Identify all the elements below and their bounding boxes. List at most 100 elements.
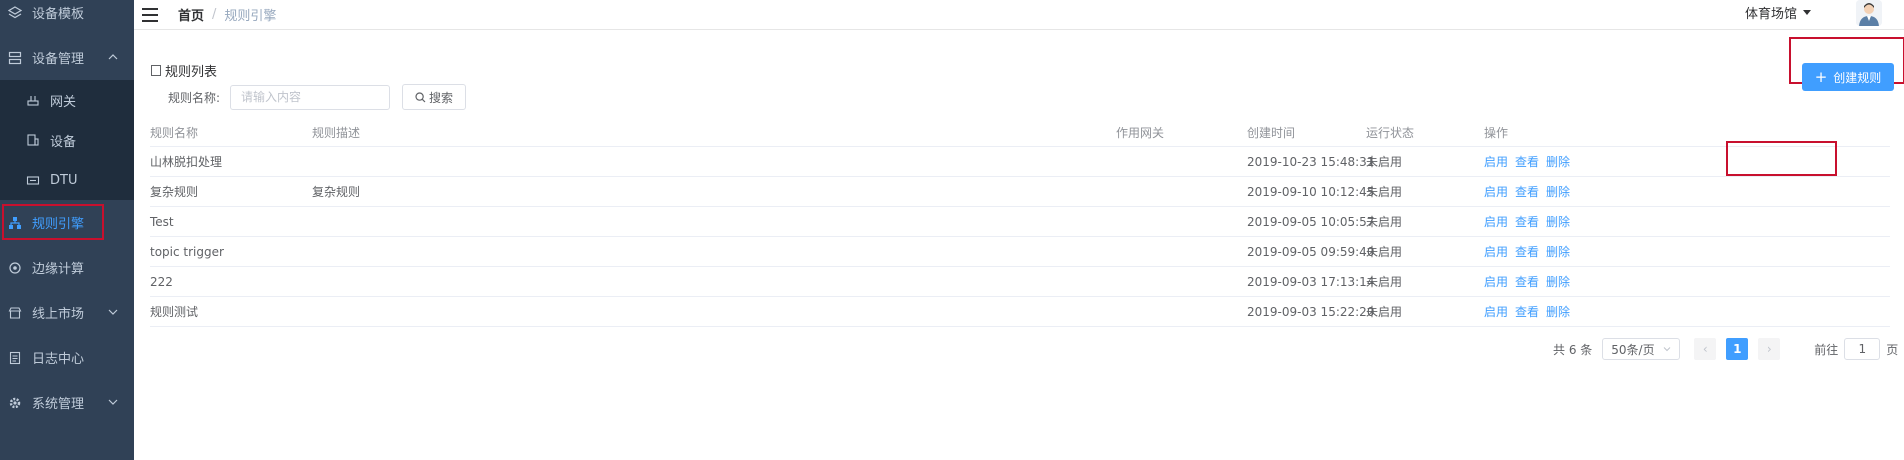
breadcrumb-separator: / <box>212 7 217 22</box>
cell-rule-name: 山林脱扣处理 <box>150 155 223 169</box>
sidebar-item-rule-engine[interactable]: 规则引擎 <box>0 200 134 245</box>
cell-created-time: 2019-09-05 09:59:40 <box>1247 244 1375 259</box>
page-title: 规则列表 <box>151 61 217 80</box>
goto-page-input[interactable] <box>1844 338 1881 360</box>
delete-link[interactable]: 删除 <box>1546 213 1570 230</box>
enable-link[interactable]: 启用 <box>1484 153 1508 170</box>
goto-prefix: 前往 <box>1814 342 1839 357</box>
view-link[interactable]: 查看 <box>1515 243 1539 260</box>
breadcrumb-current: 规则引擎 <box>224 9 277 24</box>
sidebar-item-label: 边缘计算 <box>32 262 85 277</box>
view-link[interactable]: 查看 <box>1515 183 1539 200</box>
sidebar-item-market[interactable]: 线上市场 <box>0 290 134 335</box>
sidebar-item-gateway[interactable]: 网关 <box>0 80 134 120</box>
sidebar: 设备模板 设备管理 网关 设备 DTU 规则引擎 边缘计算 线上市场 日志中心 … <box>0 0 134 460</box>
cell-rule-name: topic trigger <box>150 244 224 259</box>
cell-run-status: 未启用 <box>1366 185 1403 199</box>
delete-link[interactable]: 删除 <box>1546 153 1570 170</box>
sidebar-item-label: 规则引擎 <box>32 217 85 232</box>
table-row: topic trigger 2019-09-05 09:59:40 未启用 启用 查看删… <box>150 237 1890 267</box>
table-row: 规则测试 2019-09-03 15:22:20 未启用 启用 查看 删除 <box>150 297 1890 327</box>
cell-actions: 启用 查看 删除 <box>1484 207 1577 236</box>
search-button[interactable]: 搜索 <box>402 84 467 110</box>
sidebar-item-label: 线上市场 <box>32 307 85 322</box>
page-size-select[interactable]: 50条/页 <box>1602 338 1681 360</box>
sidebar-item-system-management[interactable]: 系统管理 <box>0 380 134 425</box>
cell-rule-name: 规则测试 <box>150 305 199 319</box>
goto-suffix: 页 <box>1886 342 1899 357</box>
cell-created-time: 2019-10-23 15:48:31 <box>1247 154 1375 169</box>
rule-engine-icon <box>8 216 22 230</box>
column-header-description: 规则描述 <box>312 126 361 140</box>
table-row: 复杂规则 复杂规则 2019-09-10 10:12:45 未启用 启用 查看 删除 <box>150 177 1890 207</box>
edge-compute-icon <box>8 261 22 275</box>
cell-actions: 启用 查看 删除 <box>1484 297 1577 326</box>
page-number-button[interactable]: 1 <box>1726 338 1749 360</box>
breadcrumb-home[interactable]: 首页 <box>178 5 204 24</box>
view-link[interactable]: 查看 <box>1515 303 1539 320</box>
sidebar-item-edge-compute[interactable]: 边缘计算 <box>0 245 134 290</box>
top-navbar: 首页 / 规则引擎 体育场馆 <box>134 0 1904 30</box>
device-icon <box>26 133 40 147</box>
main-content: 规则列表 + 创建规则 规则名称: 搜索 规则名称 规则描述 作用网关 创建时间… <box>134 30 1904 460</box>
table-header-row: 规则名称 规则描述 作用网关 创建时间 运行状态 操作 <box>150 119 1890 147</box>
column-header-actions: 操作 <box>1484 126 1509 140</box>
cell-run-status: 未启用 <box>1366 155 1403 169</box>
sidebar-item-label: DTU <box>50 172 78 188</box>
enable-link[interactable]: 启用 <box>1484 183 1508 200</box>
chevron-down-icon <box>108 399 118 405</box>
chevron-up-icon <box>108 54 118 60</box>
log-icon <box>8 351 22 365</box>
column-header-name: 规则名称 <box>150 126 199 140</box>
cell-run-status: 未启用 <box>1366 275 1403 289</box>
gateway-icon <box>26 93 40 107</box>
sidebar-item-device-management[interactable]: 设备管理 <box>0 35 134 80</box>
enable-link[interactable]: 启用 <box>1484 213 1508 230</box>
next-page-button[interactable]: › <box>1758 338 1781 360</box>
view-link[interactable]: 查看 <box>1515 213 1539 230</box>
gear-icon <box>8 396 22 410</box>
delete-link[interactable]: 删除 <box>1546 303 1570 320</box>
prev-page-button[interactable]: ‹ <box>1694 338 1717 360</box>
delete-link[interactable]: 删除 <box>1546 273 1570 290</box>
cell-created-time: 2019-09-03 15:22:20 <box>1247 304 1375 319</box>
rule-name-search-input[interactable] <box>230 84 391 110</box>
sidebar-item-label: 系统管理 <box>32 397 85 412</box>
menu-toggle-icon[interactable] <box>142 7 158 22</box>
sidebar-item-log-center[interactable]: 日志中心 <box>0 335 134 380</box>
app-root: 设备模板 设备管理 网关 设备 DTU 规则引擎 边缘计算 线上市场 日志中心 … <box>0 0 1904 460</box>
sidebar-item-device-template[interactable]: 设备模板 <box>0 0 134 35</box>
cell-created-time: 2019-09-05 10:05:57 <box>1247 214 1375 229</box>
pagination-total: 共 6 条 <box>1553 342 1593 357</box>
pagination: 共 6 条 50条/页 ‹ 1 › 前往 页 <box>1553 338 1899 360</box>
delete-link[interactable]: 删除 <box>1546 183 1570 200</box>
layers-icon <box>8 5 22 20</box>
view-link[interactable]: 查看 <box>1515 153 1539 170</box>
document-icon <box>151 65 161 76</box>
table-row: 222 2019-09-03 17:13:14 未启用 启用 查看 删除 <box>150 267 1890 297</box>
delete-link[interactable]: 删除 <box>1546 243 1570 260</box>
create-rule-button[interactable]: + 创建规则 <box>1802 63 1894 91</box>
search-bar: 规则名称: 搜索 <box>168 84 467 110</box>
caret-down-icon <box>1803 10 1811 15</box>
cell-rule-name: 复杂规则 <box>150 185 199 199</box>
enable-link[interactable]: 启用 <box>1484 303 1508 320</box>
venue-dropdown[interactable]: 体育场馆 <box>1745 3 1811 22</box>
chevron-down-icon <box>108 309 118 315</box>
cell-rule-name: Test <box>150 214 174 229</box>
enable-link[interactable]: 启用 <box>1484 243 1508 260</box>
sidebar-item-dtu[interactable]: DTU <box>0 160 134 200</box>
avatar[interactable] <box>1856 0 1882 26</box>
breadcrumb: 首页 / 规则引擎 <box>178 5 276 24</box>
enable-link[interactable]: 启用 <box>1484 273 1508 290</box>
sidebar-item-label: 网关 <box>50 94 77 110</box>
sidebar-item-label: 设备管理 <box>32 52 85 67</box>
cell-rule-description: 复杂规则 <box>312 185 361 199</box>
page-size-value: 50条/页 <box>1611 342 1655 357</box>
sidebar-item-label: 日志中心 <box>32 352 85 367</box>
sidebar-item-device[interactable]: 设备 <box>0 120 134 160</box>
view-link[interactable]: 查看 <box>1515 273 1539 290</box>
search-icon <box>415 91 426 102</box>
market-icon <box>8 306 22 320</box>
venue-label: 体育场馆 <box>1744 7 1797 22</box>
